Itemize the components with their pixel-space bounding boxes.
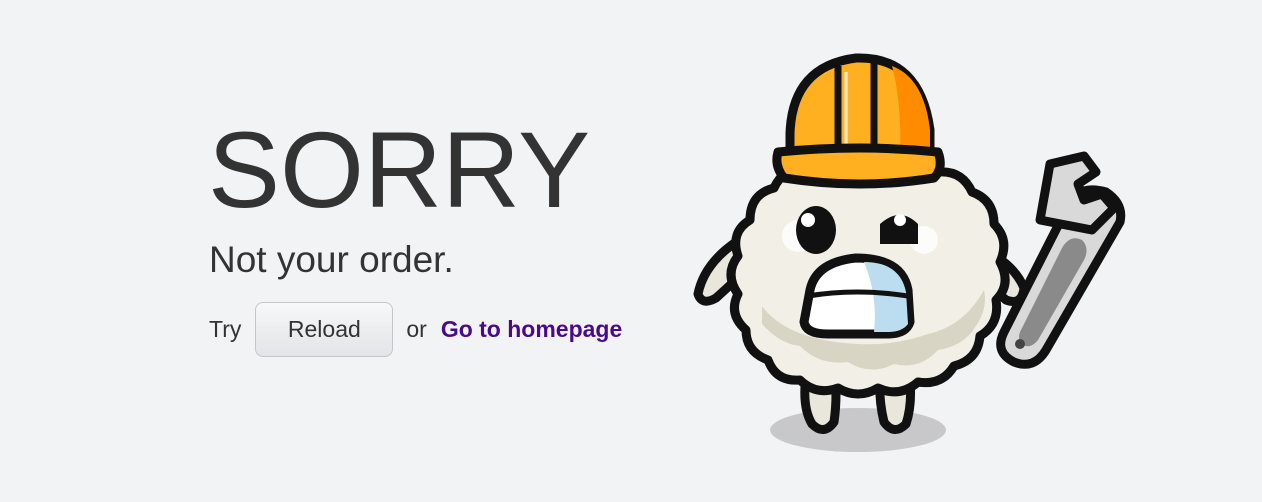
wrench-icon — [996, 151, 1126, 369]
reload-button[interactable]: Reload — [255, 302, 394, 357]
helmet-icon — [772, 53, 945, 189]
error-subtitle: Not your order. — [209, 239, 454, 280]
or-text: or — [406, 316, 427, 342]
homepage-link[interactable]: Go to homepage — [441, 316, 622, 343]
rice-ball-mascot-icon — [693, 53, 1126, 452]
error-message-block: SORRY Not your order. Try Reload or Go t… — [208, 110, 622, 357]
mascot-mouth — [799, 253, 915, 339]
try-text: Try — [209, 316, 242, 342]
error-actions: Try Reload or Go to homepage — [209, 302, 622, 357]
error-headline: SORRY — [208, 109, 591, 230]
mascot-shadow — [770, 408, 946, 452]
error-page: SORRY Not your order. Try Reload or Go t… — [0, 0, 1262, 502]
